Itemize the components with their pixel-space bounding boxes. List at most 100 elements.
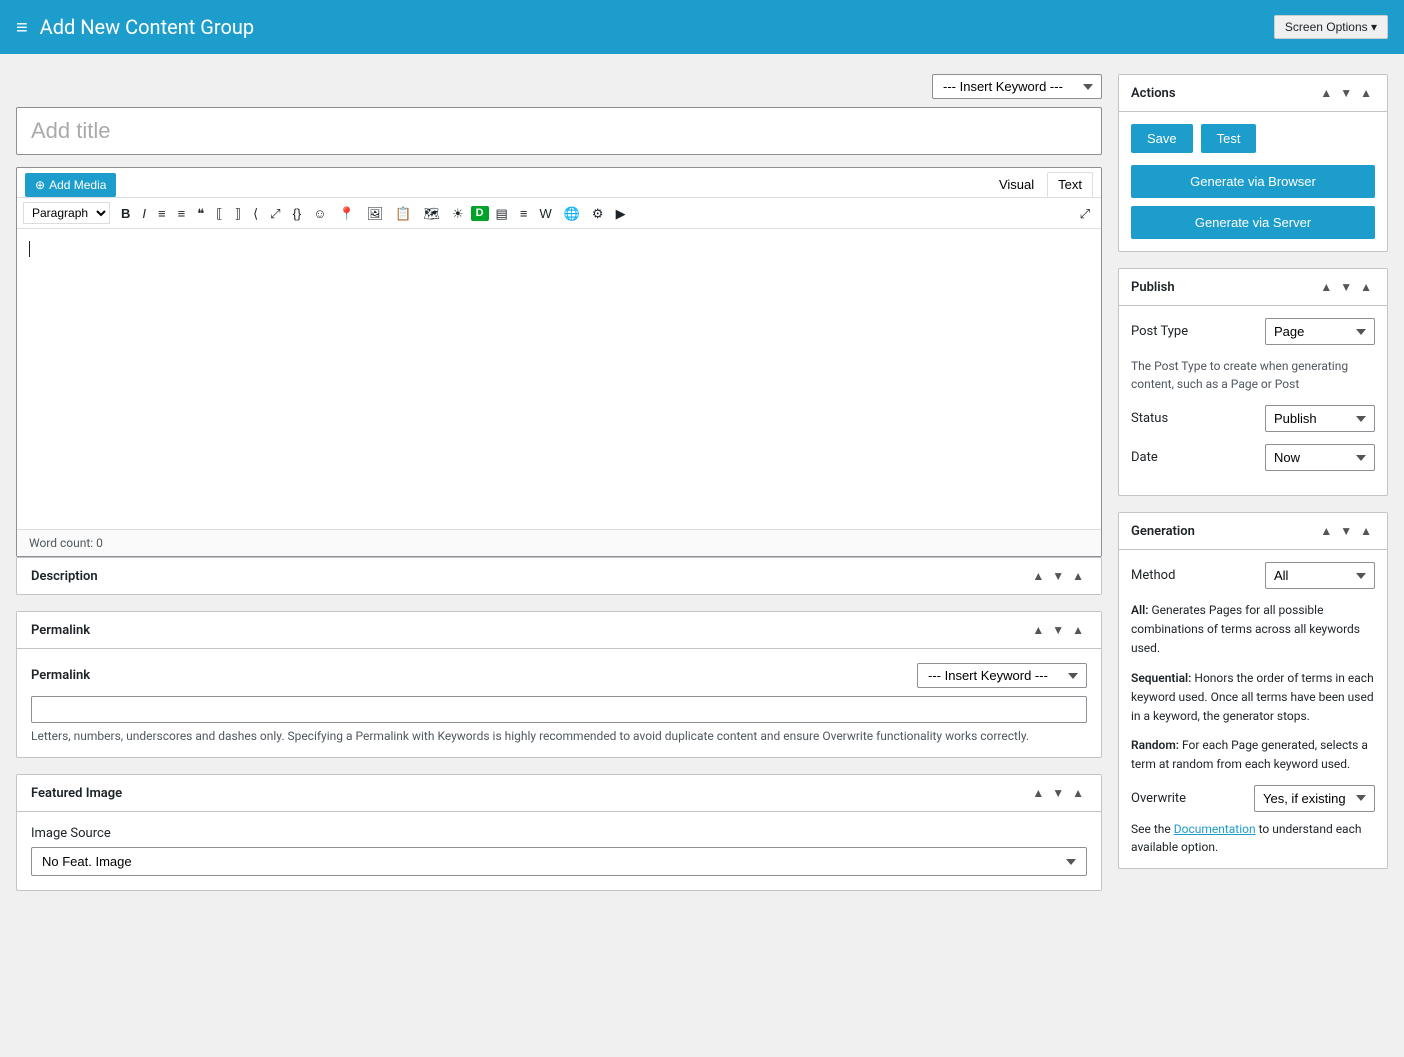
generate-server-button[interactable]: Generate via Server <box>1131 206 1375 239</box>
gallery-button[interactable]: 📋 <box>390 204 416 223</box>
generation-chevron-up[interactable]: ▲ <box>1317 523 1335 539</box>
status-label: Status <box>1131 411 1265 426</box>
permalink-row: Permalink --- Insert Keyword --- <box>31 663 1087 688</box>
permalink-chevrons: ▲ ▼ ▲ <box>1029 622 1087 638</box>
test-button[interactable]: Test <box>1201 124 1257 153</box>
settings-button[interactable]: ⚙ <box>587 204 609 223</box>
editor-view-tabs: Visual Text <box>988 172 1093 197</box>
overwrite-row: Overwrite Yes, if existing <box>1131 785 1375 812</box>
status-select[interactable]: Publish <box>1265 405 1375 432</box>
left-column: --- Insert Keyword --- ⊕ Add Media Visua… <box>16 74 1102 907</box>
w-button[interactable]: W <box>534 204 556 223</box>
screen-options-button[interactable]: Screen Options ▾ <box>1274 15 1388 39</box>
list-button[interactable]: ≡ <box>515 204 533 223</box>
publish-chevron-up[interactable]: ▲ <box>1317 279 1335 295</box>
publish-panel-chevrons: ▲ ▼ ▲ <box>1317 279 1375 295</box>
description-panel-title: Description <box>31 569 1029 584</box>
publish-chevron-expand[interactable]: ▲ <box>1357 279 1375 295</box>
date-label: Date <box>1131 450 1265 465</box>
method-label: Method <box>1131 568 1265 583</box>
method-select[interactable]: All <box>1265 562 1375 589</box>
generation-panel: Generation ▲ ▼ ▲ Method All All: Generat… <box>1118 512 1388 869</box>
ordered-list-button[interactable]: ≡ <box>173 204 191 223</box>
map-button[interactable]: 🗺 <box>418 204 445 223</box>
post-type-select[interactable]: Page <box>1265 318 1375 345</box>
description-panel-header[interactable]: Description ▲ ▼ ▲ <box>17 558 1101 594</box>
method-random-label: Random: <box>1131 738 1179 752</box>
generation-chevron-expand[interactable]: ▲ <box>1357 523 1375 539</box>
publish-help: The Post Type to create when generating … <box>1131 357 1375 393</box>
actions-chevron-expand[interactable]: ▲ <box>1357 85 1375 101</box>
editor-body[interactable] <box>17 229 1101 529</box>
publish-panel-title: Publish <box>1131 280 1317 295</box>
align-center-button[interactable]: ⟧ <box>230 204 246 223</box>
documentation-link[interactable]: Documentation <box>1174 822 1256 836</box>
featured-image-chevrons: ▲ ▼ ▲ <box>1029 785 1087 801</box>
actions-panel-title: Actions <box>1131 86 1317 101</box>
generation-panel-title: Generation <box>1131 524 1317 539</box>
editor-cursor <box>29 241 30 257</box>
permalink-chevron-up[interactable]: ▲ <box>1029 622 1047 638</box>
permalink-chevron-expand[interactable]: ▲ <box>1069 622 1087 638</box>
save-button[interactable]: Save <box>1131 124 1193 153</box>
editor-top-bar: ⊕ Add Media Visual Text <box>17 168 1101 198</box>
actions-panel: Actions ▲ ▼ ▲ Save Test Generate via Bro… <box>1118 74 1388 252</box>
featured-image-chevron-up[interactable]: ▲ <box>1029 785 1047 801</box>
link-button[interactable]: ⤢ <box>265 204 285 223</box>
highlight-button[interactable]: ☀ <box>447 204 469 223</box>
featured-image-chevron-expand[interactable]: ▲ <box>1069 785 1087 801</box>
generation-panel-body: Method All All: Generates Pages for all … <box>1119 550 1387 868</box>
align-left-button[interactable]: ⟦ <box>211 204 227 223</box>
description-panel: Description ▲ ▼ ▲ <box>16 557 1102 595</box>
italic-button[interactable]: I <box>137 204 151 223</box>
code-button[interactable]: {} <box>288 204 307 223</box>
align-right-button[interactable]: ⟨ <box>248 204 263 223</box>
actions-chevron-up[interactable]: ▲ <box>1317 85 1335 101</box>
add-media-icon: ⊕ <box>35 178 45 192</box>
paragraph-select[interactable]: Paragraph <box>23 202 110 224</box>
permalink-keyword-select[interactable]: --- Insert Keyword --- <box>917 663 1087 688</box>
description-chevron-expand[interactable]: ▲ <box>1069 568 1087 584</box>
title-input[interactable] <box>16 107 1102 155</box>
permalink-input[interactable] <box>31 696 1087 723</box>
permalink-chevron-down[interactable]: ▼ <box>1049 622 1067 638</box>
description-chevrons: ▲ ▼ ▲ <box>1029 568 1087 584</box>
featured-image-panel-title: Featured Image <box>31 786 1029 801</box>
add-media-button[interactable]: ⊕ Add Media <box>25 173 116 197</box>
table-button[interactable]: ▤ <box>491 204 513 223</box>
date-select[interactable]: Now <box>1265 444 1375 471</box>
featured-image-panel-header[interactable]: Featured Image ▲ ▼ ▲ <box>17 775 1101 812</box>
fullscreen-button[interactable]: ⤢ <box>1075 204 1095 223</box>
generation-chevron-down[interactable]: ▼ <box>1337 523 1355 539</box>
bold-button[interactable]: B <box>116 204 135 223</box>
method-row: Method All <box>1131 562 1375 589</box>
blockquote-button[interactable]: ❝ <box>192 204 209 223</box>
overwrite-label: Overwrite <box>1131 791 1254 806</box>
image-button[interactable]: 🖼 <box>362 204 389 223</box>
insert-keyword-bar: --- Insert Keyword --- <box>16 74 1102 99</box>
green-d-button[interactable]: D <box>471 206 489 221</box>
tab-visual[interactable]: Visual <box>988 172 1045 197</box>
method-random-desc: Random: For each Page generated, selects… <box>1131 736 1375 774</box>
permalink-panel-header[interactable]: Permalink ▲ ▼ ▲ <box>17 612 1101 649</box>
image-source-select[interactable]: No Feat. Image <box>31 847 1087 876</box>
description-chevron-up[interactable]: ▲ <box>1029 568 1047 584</box>
insert-keyword-select[interactable]: --- Insert Keyword --- <box>932 74 1102 99</box>
globe-button[interactable]: 🌐 <box>559 204 585 223</box>
actions-chevron-down[interactable]: ▼ <box>1337 85 1355 101</box>
post-type-label: Post Type <box>1131 324 1265 339</box>
actions-row: Save Test <box>1131 124 1375 153</box>
location-button[interactable]: 📍 <box>334 204 360 223</box>
description-chevron-down[interactable]: ▼ <box>1049 568 1067 584</box>
publish-chevron-down[interactable]: ▼ <box>1337 279 1355 295</box>
overwrite-select[interactable]: Yes, if existing <box>1254 785 1375 812</box>
media-button[interactable]: ▶ <box>611 204 631 223</box>
generation-panel-chevrons: ▲ ▼ ▲ <box>1317 523 1375 539</box>
unordered-list-button[interactable]: ≡ <box>153 204 171 223</box>
permalink-panel-body: Permalink --- Insert Keyword --- Letters… <box>17 649 1101 757</box>
method-sequential-desc: Sequential: Honors the order of terms in… <box>1131 669 1375 727</box>
generate-browser-button[interactable]: Generate via Browser <box>1131 165 1375 198</box>
emoji-button[interactable]: ☺ <box>308 204 331 223</box>
featured-image-chevron-down[interactable]: ▼ <box>1049 785 1067 801</box>
tab-text[interactable]: Text <box>1047 172 1093 197</box>
